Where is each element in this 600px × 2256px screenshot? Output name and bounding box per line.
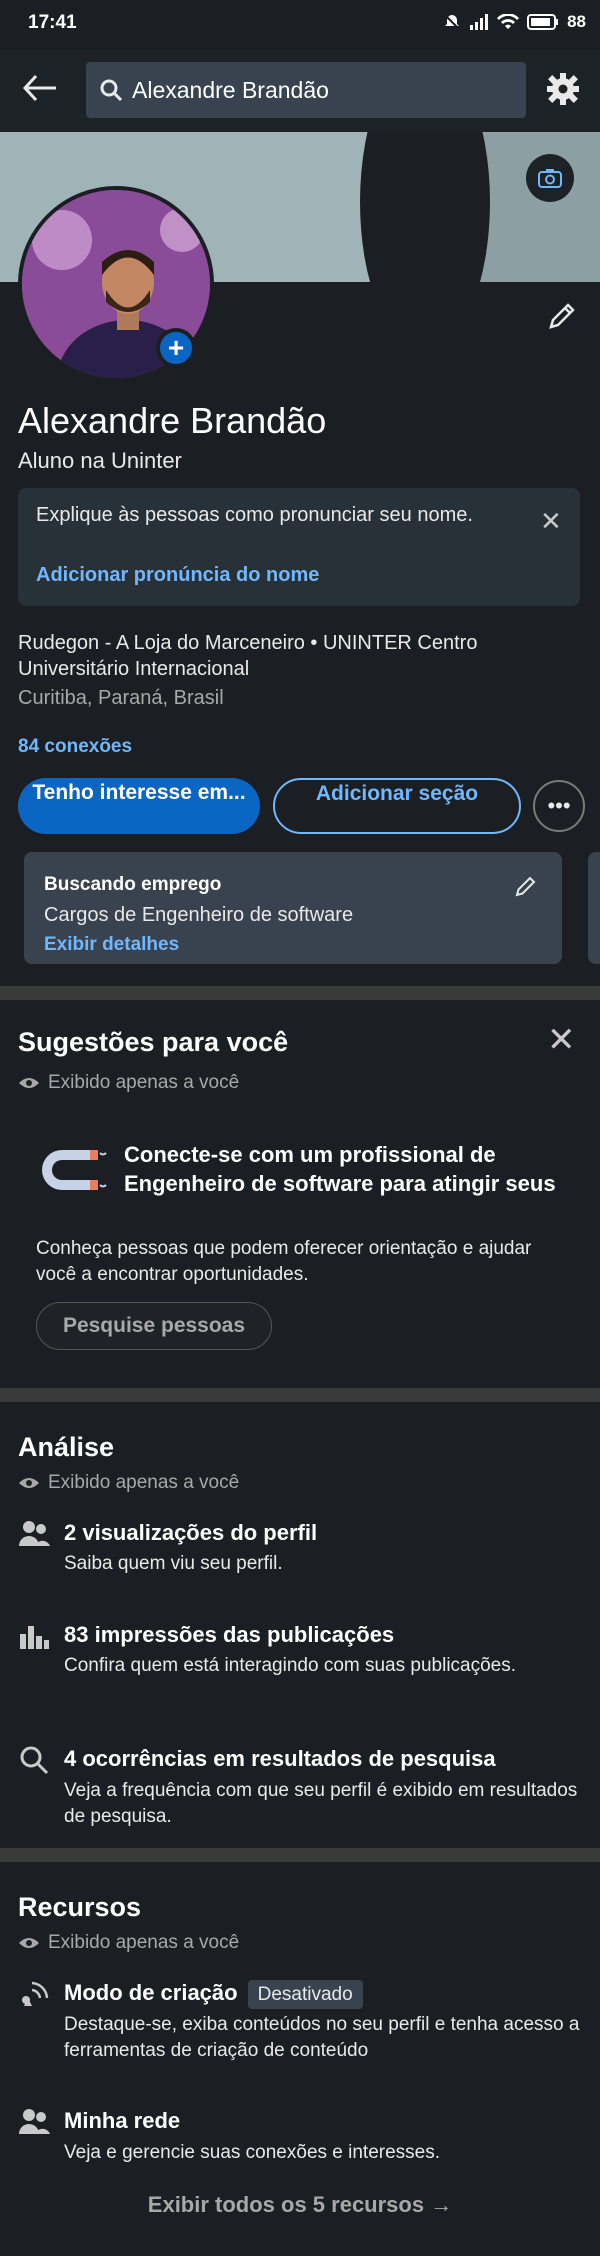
- section-divider: [0, 1388, 600, 1402]
- profile-company: Rudegon - A Loja do Marceneiro • UNINTER…: [18, 632, 478, 680]
- suggestions-visibility: Exibido apenas a você: [18, 1072, 239, 1094]
- signal-icon: [470, 14, 489, 30]
- search-icon: [100, 79, 122, 101]
- analytics-item-title[interactable]: 83 impressões das publicações: [64, 1622, 394, 1648]
- analytics-item-text: Saiba quem viu seu perfil.: [64, 1553, 283, 1574]
- job-card-description: Cargos de Engenheiro de software: [44, 904, 354, 926]
- resource-item-title[interactable]: Minha rede: [64, 2108, 180, 2134]
- eye-icon: [19, 1478, 39, 1488]
- section-divider: [0, 1848, 600, 1862]
- pencil-icon[interactable]: [514, 874, 538, 898]
- resources-visibility: Exibido apenas a você: [18, 1932, 239, 1954]
- bar-chart-icon: [20, 1626, 49, 1649]
- camera-icon: [538, 169, 562, 188]
- people-icon: [19, 1521, 50, 1546]
- resource-item-text: Destaque-se, exiba conteúdos no seu perf…: [64, 2014, 580, 2061]
- gear-icon[interactable]: [546, 72, 580, 106]
- pronunciation-text: Explique às pessoas como pronunciar seu …: [36, 504, 473, 526]
- resources-visibility-text: Exibido apenas a você: [48, 1932, 240, 1953]
- bell-off-icon: [444, 14, 460, 30]
- profile-name: Alexandre Brandão: [18, 400, 327, 441]
- creator-mode-label: Modo de criação: [64, 1980, 238, 2005]
- suggestions-visibility-text: Exibido apenas a você: [48, 1072, 240, 1093]
- cover-arc: [360, 132, 490, 282]
- status-time: 17:41: [28, 12, 77, 33]
- people-icon: [19, 2109, 50, 2134]
- wifi-icon: [497, 14, 520, 29]
- eye-icon: [19, 1078, 39, 1088]
- search-value: Alexandre Brandão: [132, 76, 329, 103]
- resources-title: Recursos: [18, 1892, 142, 1922]
- battery-level: 88: [567, 12, 586, 31]
- suggestions-title: Sugestões para você: [18, 1027, 289, 1057]
- job-details-link[interactable]: Exibir detalhes: [44, 934, 179, 956]
- more-button[interactable]: •••: [533, 780, 585, 832]
- next-card-peek: [588, 852, 600, 964]
- magnet-icon: [42, 1150, 107, 1190]
- analytics-visibility-text: Exibido apenas a você: [48, 1472, 240, 1493]
- resource-item-text: Veja e gerencie suas conexões e interess…: [64, 2142, 441, 2163]
- analytics-visibility: Exibido apenas a você: [18, 1472, 239, 1494]
- battery-icon: [527, 14, 559, 30]
- broadcast-icon: [22, 1981, 49, 2006]
- analytics-title: Análise: [18, 1432, 115, 1462]
- profile-headline: Aluno na Uninter: [18, 448, 182, 473]
- eye-icon: [19, 1938, 39, 1948]
- connections-link[interactable]: 84 conexões: [18, 736, 132, 758]
- analytics-item-text: Veja a frequência com que seu perfil é e…: [64, 1780, 578, 1827]
- analytics-item-title[interactable]: 2 visualizações do perfil: [64, 1520, 317, 1546]
- search-input[interactable]: Alexandre Brandão: [86, 62, 526, 118]
- section-divider: [0, 986, 600, 1000]
- search-people-button[interactable]: Pesquise pessoas: [36, 1302, 272, 1350]
- add-pronunciation-link[interactable]: Adicionar pronúncia do nome: [36, 564, 319, 587]
- analytics-item-text: Confira quem está interagindo com suas p…: [64, 1655, 517, 1676]
- status-badge: Desativado: [247, 1980, 363, 2009]
- close-icon[interactable]: ✕: [547, 1020, 576, 1060]
- add-story-button[interactable]: +: [156, 328, 196, 368]
- analytics-item-title[interactable]: 4 ocorrências em resultados de pesquisa: [64, 1746, 496, 1772]
- add-section-button[interactable]: Adicionar seção: [273, 778, 521, 834]
- search-icon: [20, 1746, 49, 1775]
- suggestion-card-title: Conecte-se com um profissional de Engenh…: [124, 1142, 556, 1196]
- edit-cover-button[interactable]: [526, 154, 574, 202]
- profile-location: Curitiba, Paraná, Brasil: [18, 687, 224, 709]
- pencil-icon[interactable]: [546, 300, 578, 332]
- open-to-work-card[interactable]: Buscando emprego Cargos de Engenheiro de…: [24, 852, 562, 964]
- pronunciation-card: Explique às pessoas como pronunciar seu …: [18, 488, 580, 606]
- suggestion-card-text: Conheça pessoas que podem oferecer orien…: [36, 1238, 532, 1285]
- back-arrow-icon[interactable]: [22, 72, 58, 104]
- close-icon[interactable]: ✕: [540, 506, 562, 537]
- status-icons: 88: [443, 12, 586, 32]
- job-card-title: Buscando emprego: [44, 874, 222, 895]
- system-nav-bar: [0, 2238, 600, 2256]
- show-all-resources-link[interactable]: Exibir todos os 5 recursos →: [0, 2192, 600, 2218]
- open-to-button[interactable]: Tenho interesse em...: [18, 778, 260, 834]
- resource-item-title[interactable]: Modo de criação Desativado: [64, 1980, 363, 2009]
